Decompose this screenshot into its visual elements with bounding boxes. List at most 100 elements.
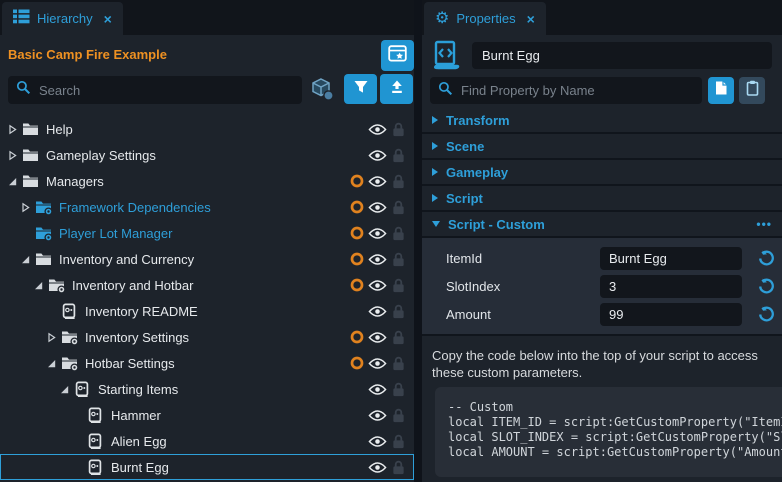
folder-badge-icon [48,277,66,294]
visibility-eye-icon[interactable] [368,278,387,293]
lock-icon[interactable] [392,382,405,397]
expanded-arrow-icon[interactable] [59,384,70,395]
tab-hierarchy[interactable]: Hierarchy × [2,2,123,35]
tree-row[interactable]: Managers [0,168,414,194]
lock-icon[interactable] [392,122,405,137]
more-menu-icon[interactable]: ••• [756,217,772,231]
copy-properties-button[interactable] [708,77,734,104]
collapsed-arrow-icon[interactable] [7,124,18,135]
close-icon[interactable]: × [104,12,112,26]
expanded-arrow-icon[interactable] [20,254,31,265]
lock-icon[interactable] [392,408,405,423]
custom-property-value-field[interactable] [600,303,742,326]
tree-row[interactable]: Inventory and Currency [0,246,414,272]
reset-icon[interactable] [758,250,775,267]
tree-row[interactable]: Player Lot Manager [0,220,414,246]
tree-row-label: Inventory and Currency [59,252,194,267]
visibility-eye-icon[interactable] [368,200,387,215]
collapsed-arrow-icon[interactable] [7,150,18,161]
section-label: Gameplay [446,165,508,180]
section-header-script-custom[interactable]: Script - Custom ••• [422,212,782,238]
filter-button[interactable] [344,74,377,104]
visibility-eye-icon[interactable] [368,434,387,449]
search-input[interactable] [37,82,302,99]
collapsed-arrow-icon[interactable] [46,332,57,343]
lock-icon[interactable] [392,174,405,189]
hierarchy-search[interactable] [8,76,302,104]
script-icon [430,39,461,74]
lock-icon[interactable] [392,278,405,293]
expanded-arrow-icon[interactable] [7,176,18,187]
visibility-eye-icon[interactable] [368,330,387,345]
tree-row[interactable]: Inventory and Hotbar [0,272,414,298]
code-snippet-box[interactable]: -- Custom local ITEM_ID = script:GetCust… [435,387,782,477]
custom-property-name: SlotIndex [446,279,500,294]
tree-row[interactable]: Inventory README [0,298,414,324]
visibility-eye-icon[interactable] [368,148,387,163]
visibility-eye-icon[interactable] [368,252,387,267]
tree-row[interactable]: Hammer [0,402,414,428]
section-header-scene[interactable]: Scene [422,134,782,160]
tab-properties[interactable]: ⚙ Properties × [424,2,546,35]
visibility-eye-icon[interactable] [368,122,387,137]
level-button[interactable] [381,40,414,71]
visibility-eye-icon[interactable] [368,226,387,241]
collapse-all-button[interactable] [380,74,413,104]
property-sections: TransformSceneGameplayScriptScript - Cus… [422,108,782,477]
reset-icon[interactable] [758,278,775,295]
lock-icon[interactable] [392,226,405,241]
tab-hierarchy-label: Hierarchy [37,11,93,26]
section-label: Script - Custom [448,217,545,232]
scene-title: Basic Camp Fire Example [8,47,167,62]
visibility-eye-icon[interactable] [368,460,387,475]
custom-property-row: ItemId [422,244,782,272]
item-icon [61,303,79,320]
collapsed-arrow-icon[interactable] [20,202,31,213]
lock-icon[interactable] [392,200,405,215]
visibility-eye-icon[interactable] [368,174,387,189]
folder-badge-icon [35,199,53,216]
lock-icon[interactable] [392,434,405,449]
hierarchy-tabbar: Hierarchy × [0,0,414,35]
tree-row[interactable]: Inventory Settings [0,324,414,350]
section-header-gameplay[interactable]: Gameplay [422,160,782,186]
close-icon[interactable]: × [527,12,535,26]
property-search-input[interactable] [459,82,702,99]
networked-indicator-icon [349,251,365,267]
lock-icon[interactable] [392,252,405,267]
lock-icon[interactable] [392,304,405,319]
paste-properties-button[interactable] [739,77,765,104]
custom-property-value-field[interactable] [600,247,742,270]
lock-icon[interactable] [392,330,405,345]
group-cube-icon[interactable] [310,77,336,103]
tree-row-label: Inventory Settings [85,330,189,345]
networked-indicator-icon [349,225,365,241]
object-name-field[interactable] [472,42,772,69]
lock-icon[interactable] [392,148,405,163]
property-search[interactable] [430,77,702,104]
visibility-eye-icon[interactable] [368,382,387,397]
tree-row[interactable]: Framework Dependencies [0,194,414,220]
lock-icon[interactable] [392,460,405,475]
expanded-arrow-icon[interactable] [46,358,57,369]
lock-icon[interactable] [392,356,405,371]
tree-row[interactable]: Help [0,116,414,142]
section-header-script[interactable]: Script [422,186,782,212]
visibility-eye-icon[interactable] [368,408,387,423]
properties-panel: ⚙ Properties × [422,0,782,482]
networked-indicator-icon [349,173,365,189]
tree-row[interactable]: Gameplay Settings [0,142,414,168]
visibility-eye-icon[interactable] [368,356,387,371]
tree-row[interactable]: Starting Items [0,376,414,402]
tree-row[interactable]: Hotbar Settings [0,350,414,376]
visibility-eye-icon[interactable] [368,304,387,319]
folder-icon [22,121,40,138]
tree-row[interactable]: Alien Egg [0,428,414,454]
search-icon [438,81,453,101]
expanded-arrow-icon[interactable] [33,280,44,291]
reset-icon[interactable] [758,306,775,323]
section-header-transform[interactable]: Transform [422,108,782,134]
custom-properties-help-text: Copy the code below into the top of your… [432,347,768,381]
custom-property-value-field[interactable] [600,275,742,298]
tree-row[interactable]: Burnt Egg [0,454,414,480]
